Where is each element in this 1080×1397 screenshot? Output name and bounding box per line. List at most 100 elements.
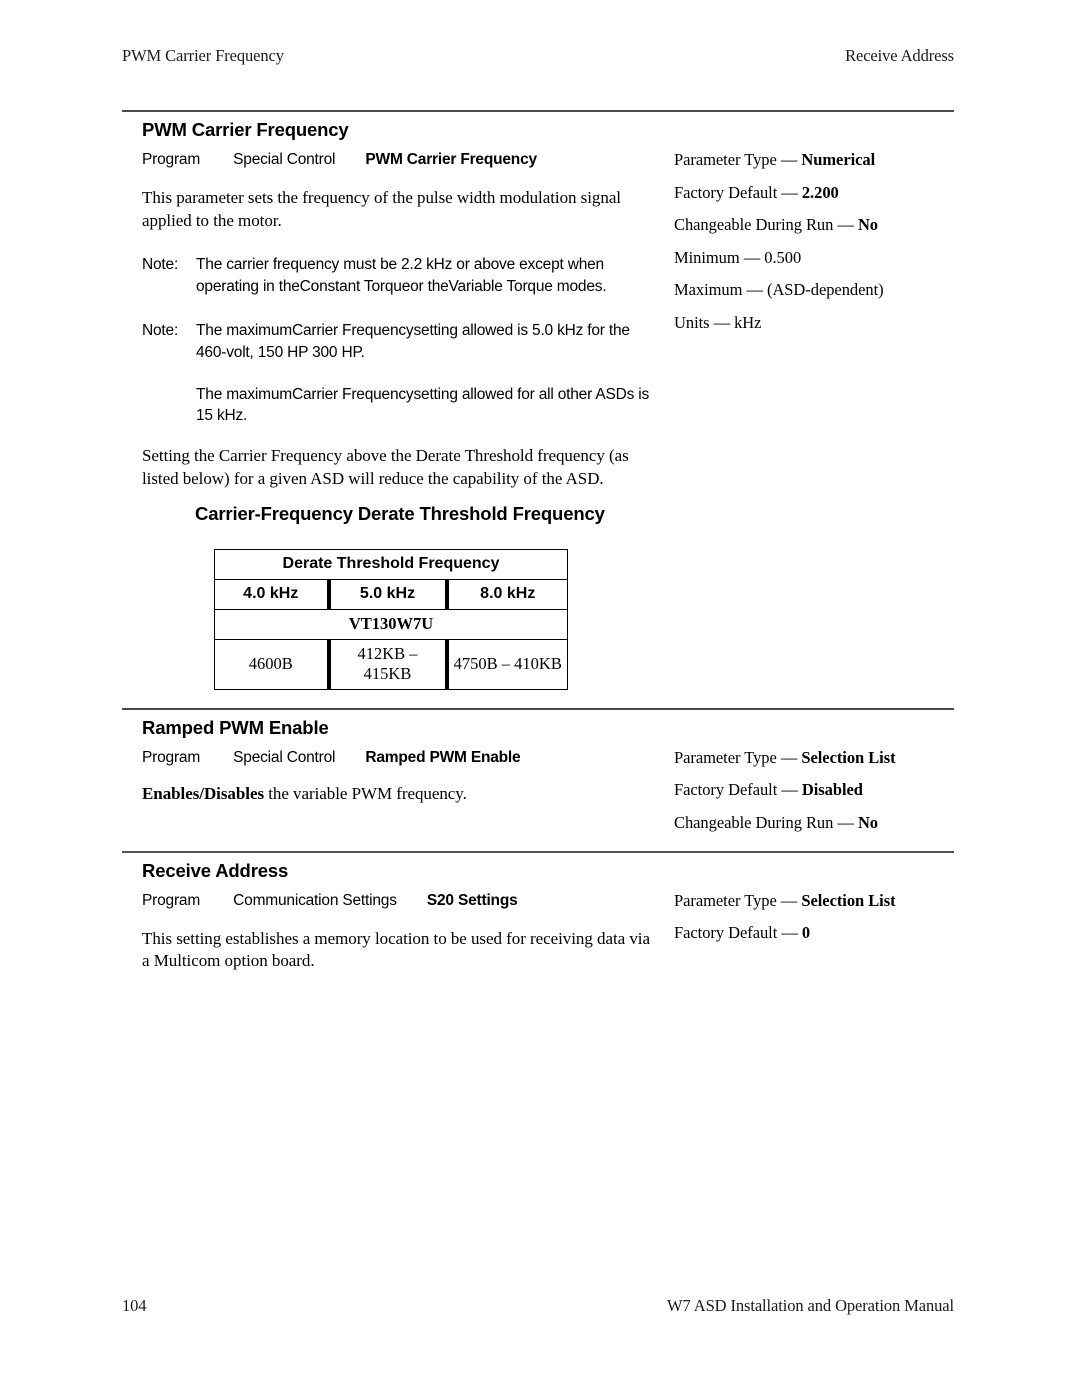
parameter-row: Factory Default — 2.200 — [674, 182, 954, 202]
breadcrumb-level-2: Communication Settings — [233, 891, 397, 909]
table-cell-frequency: 8.0 kHz — [446, 578, 568, 610]
parameter-row: Parameter Type — Numerical — [674, 150, 954, 169]
breadcrumb: Program Communication Settings S20 Setti… — [142, 892, 652, 910]
section-pwm-carrier-frequency: PWM Carrier Frequency Program Special Co… — [122, 110, 954, 690]
section-divider-rule — [122, 707, 954, 710]
section-columns: Program Communication Settings S20 Setti… — [122, 882, 954, 973]
derate-table-wrapper: Derate Threshold Frequency 4.0 kHz 5.0 k… — [214, 548, 954, 690]
parameter-value: No — [857, 215, 879, 234]
section-description: This setting establishes a memory locati… — [142, 928, 650, 971]
parameter-value: 0 — [801, 923, 811, 942]
section-title: PWM Carrier Frequency — [142, 119, 349, 140]
parameter-panel: Parameter Type — Selection List Factory … — [652, 882, 954, 942]
section-title: Receive Address — [142, 859, 289, 881]
parameter-value: 2.200 — [801, 182, 839, 202]
parameter-label: Minimum — — [674, 247, 765, 267]
section-ramped-pwm-enable: Ramped PWM Enable Program Special Contro… — [122, 707, 954, 832]
running-head-right: Receive Address — [845, 46, 954, 65]
page-content: PWM Carrier Frequency Program Special Co… — [122, 110, 954, 973]
parameter-row: Maximum — (ASD-dependent) — [674, 280, 954, 299]
derate-intro-paragraph: Setting the Carrier Frequency above the … — [142, 446, 629, 488]
table-cell-frequency: 4.0 kHz — [214, 578, 331, 610]
parameter-label: Changeable During Run — — [674, 215, 858, 234]
note-text: The carrier frequency must be 2.2 kHz or… — [196, 256, 607, 296]
section-body-left: Program Communication Settings S20 Setti… — [122, 882, 652, 973]
breadcrumb-level-3: PWM Carrier Frequency — [365, 151, 537, 168]
note-label: Note: — [142, 321, 179, 339]
parameter-row: Parameter Type — Selection List — [674, 890, 954, 910]
parameter-row: Units — kHz — [674, 312, 954, 332]
section-divider-rule — [122, 851, 954, 853]
section-body-left: Program Special Control Ramped PWM Enabl… — [122, 739, 652, 806]
parameter-label: Factory Default — — [674, 780, 802, 799]
parameter-row: Parameter Type — Selection List — [674, 747, 954, 767]
table-cell-model: VT130W7U — [214, 608, 568, 640]
derate-subheading: Carrier-Frequency Derate Threshold Frequ… — [195, 502, 605, 524]
breadcrumb-level-1: Program — [142, 891, 201, 909]
parameter-label: Factory Default — — [674, 923, 802, 942]
note-text: The maximumCarrier Frequencysetting allo… — [196, 385, 650, 425]
page-footer: 104 W7 ASD Installation and Operation Ma… — [122, 1296, 954, 1316]
table-row-header: Derate Threshold Frequency — [214, 548, 568, 580]
breadcrumb-level-3: Ramped PWM Enable — [365, 748, 521, 766]
note-item-continuation: The maximumCarrier Frequencysetting allo… — [142, 384, 652, 428]
parameter-row: Factory Default — 0 — [674, 923, 954, 942]
running-head-left: PWM Carrier Frequency — [122, 46, 284, 65]
parameter-value: Disabled — [801, 780, 863, 799]
table-cell-value: 412KB – 415KB — [328, 638, 449, 690]
manual-title: W7 ASD Installation and Operation Manual — [667, 1296, 954, 1315]
section-body-left: Program Special Control PWM Carrier Freq… — [122, 141, 652, 491]
derate-threshold-table: Derate Threshold Frequency 4.0 kHz 5.0 k… — [214, 548, 568, 690]
parameter-row: Factory Default — Disabled — [674, 780, 954, 799]
parameter-panel: Parameter Type — Numerical Factory Defau… — [652, 141, 954, 331]
section-description: Enables/Disables the variable PWM freque… — [142, 783, 652, 806]
description-rest: the variable PWM frequency. — [264, 783, 467, 803]
running-head: PWM Carrier Frequency Receive Address — [122, 46, 954, 66]
parameter-value: Selection List — [801, 747, 896, 767]
parameter-list: Parameter Type — Numerical Factory Defau… — [674, 150, 954, 332]
section-title: Ramped PWM Enable — [142, 716, 329, 738]
section-receive-address: Receive Address Program Communication Se… — [122, 851, 954, 973]
table-header-cell: Derate Threshold Frequency — [214, 548, 568, 580]
note-label: Note: — [142, 256, 179, 274]
breadcrumb-level-1: Program — [142, 748, 201, 766]
breadcrumb: Program Special Control Ramped PWM Enabl… — [142, 749, 652, 767]
breadcrumb-level-2: Special Control — [233, 748, 336, 766]
description-emphasis: Enables/Disables — [142, 783, 265, 803]
parameter-value: kHz — [734, 312, 762, 332]
document-page: PWM Carrier Frequency Receive Address PW… — [0, 0, 1080, 1397]
table-row-model: VT130W7U — [214, 608, 568, 640]
parameter-panel: Parameter Type — Selection List Factory … — [652, 739, 954, 832]
note-item: Note: The carrier frequency must be 2.2 … — [142, 254, 652, 298]
table-cell-value: 4750B – 410KB — [446, 638, 568, 690]
table-cell-frequency: 5.0 kHz — [328, 578, 449, 610]
breadcrumb-level-2: Special Control — [233, 151, 336, 168]
table-row-values: 4600B 412KB – 415KB 4750B – 410KB — [214, 638, 568, 690]
parameter-label: Parameter Type — — [674, 150, 802, 169]
parameter-row: Minimum — 0.500 — [674, 247, 954, 267]
page-number: 104 — [122, 1296, 147, 1315]
parameter-label: Parameter Type — — [674, 747, 802, 767]
section-description: This parameter sets the frequency of the… — [142, 188, 621, 230]
parameter-label: Factory Default — — [674, 182, 802, 202]
parameter-label: Parameter Type — — [674, 890, 802, 910]
note-text: The maximumCarrier Frequencysetting allo… — [196, 321, 630, 361]
breadcrumb: Program Special Control PWM Carrier Freq… — [142, 151, 652, 169]
parameter-value: 0.500 — [764, 247, 802, 267]
parameter-value: No — [857, 812, 879, 832]
parameter-label: Changeable During Run — — [674, 812, 858, 832]
parameter-row: Changeable During Run — No — [674, 812, 954, 832]
parameter-value: Selection List — [801, 890, 896, 910]
breadcrumb-level-1: Program — [142, 151, 201, 168]
note-item: Note: The maximumCarrier Frequencysettin… — [142, 320, 652, 364]
parameter-list: Parameter Type — Selection List Factory … — [674, 890, 954, 942]
section-divider-rule — [122, 110, 954, 112]
parameter-value: Numerical — [801, 150, 876, 169]
parameter-list: Parameter Type — Selection List Factory … — [674, 747, 954, 832]
table-row-frequencies: 4.0 kHz 5.0 kHz 8.0 kHz — [214, 578, 568, 610]
parameter-label: Units — — [674, 312, 735, 332]
parameter-value: (ASD-dependent) — [767, 280, 884, 299]
table-cell-value: 4600B — [214, 638, 331, 690]
parameter-row: Changeable During Run — No — [674, 215, 954, 234]
section-columns: Program Special Control Ramped PWM Enabl… — [122, 739, 954, 832]
